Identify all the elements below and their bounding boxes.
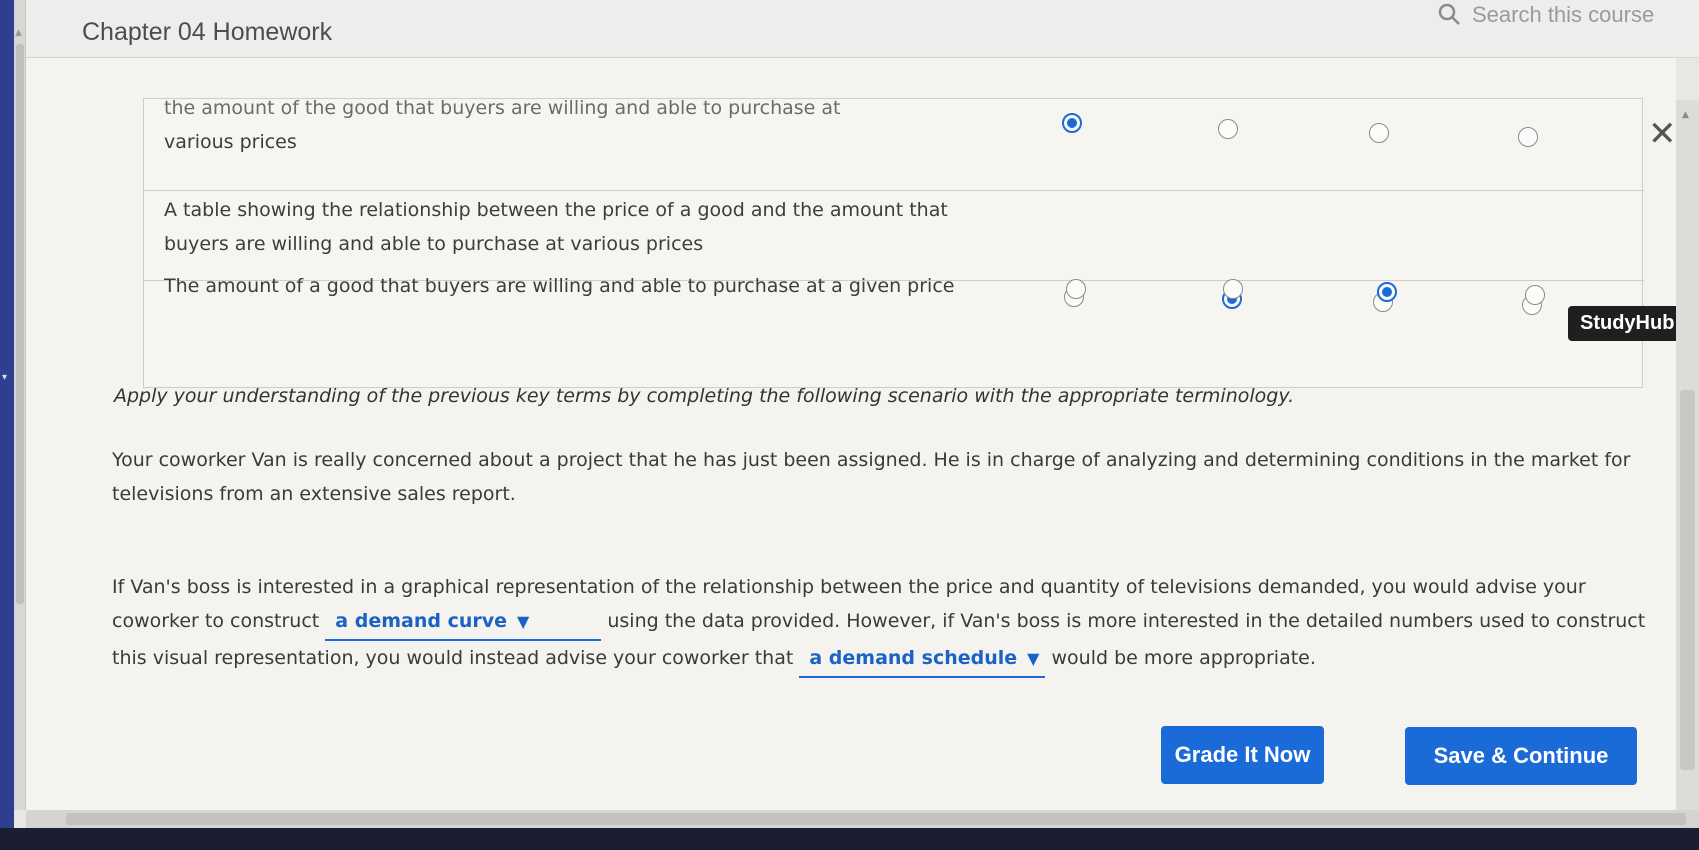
- radio-option[interactable]: [1218, 119, 1238, 139]
- right-scrollbar-thumb[interactable]: [1680, 390, 1695, 770]
- page-header: Chapter 04 Homework Search this course: [26, 0, 1699, 58]
- dropdown-value[interactable]: a demand curve: [335, 610, 507, 632]
- radio-option[interactable]: [1525, 285, 1545, 305]
- dropdown-select[interactable]: a demand schedule ▼: [799, 641, 1046, 678]
- table-row: A table showing the relationship between…: [144, 191, 1644, 315]
- chevron-down-icon: ▾: [2, 372, 8, 383]
- search-icon[interactable]: [1436, 2, 1462, 28]
- right-scrollbar[interactable]: ▲: [1676, 100, 1699, 810]
- radio-option[interactable]: [1369, 123, 1389, 143]
- row-text-clipped: the amount of the good that buyers are w…: [164, 97, 841, 119]
- page-title: Chapter 04 Homework: [82, 18, 333, 46]
- caret-down-icon[interactable]: ▼: [1027, 642, 1039, 676]
- scenario-paragraph-fill: If Van's boss is interested in a graphic…: [112, 570, 1652, 678]
- matching-table: the amount of the good that buyers are w…: [143, 97, 1644, 389]
- radio-option[interactable]: [1223, 279, 1243, 299]
- table-row: The amount of a good that buyers are wil…: [144, 275, 1644, 389]
- left-scrollbar-thumb[interactable]: [16, 44, 24, 604]
- grade-it-now-button[interactable]: Grade It Now: [1161, 726, 1324, 784]
- table-row: the amount of the good that buyers are w…: [144, 97, 1644, 191]
- row-text: The amount of a good that buyers are wil…: [164, 275, 955, 297]
- left-taskbar-strip: ▾: [0, 0, 14, 850]
- search-placeholder[interactable]: Search this course: [1472, 2, 1654, 28]
- scroll-up-icon[interactable]: ▲: [15, 28, 22, 38]
- course-search[interactable]: Search this course: [1436, 2, 1654, 28]
- question-content: i ✕ the amount of the good that buyers a…: [26, 58, 1687, 810]
- dropdown-value[interactable]: a demand schedule: [809, 647, 1017, 669]
- bottom-scrollbar-thumb[interactable]: [66, 813, 1686, 825]
- bottom-scrollbar[interactable]: [26, 810, 1699, 828]
- studyhub-badge[interactable]: StudyHub: [1568, 306, 1687, 341]
- caret-down-icon[interactable]: ▼: [517, 605, 529, 639]
- row-text: A table showing the relationship between…: [164, 199, 948, 255]
- radio-option[interactable]: [1377, 282, 1397, 302]
- scenario-text: would be more appropriate.: [1051, 647, 1316, 669]
- taskbar: [0, 828, 1699, 850]
- radio-option[interactable]: [1066, 279, 1086, 299]
- save-and-continue-button[interactable]: Save & Continue: [1405, 727, 1637, 785]
- instruction-text: Apply your understanding of the previous…: [114, 385, 1295, 407]
- scroll-up-icon[interactable]: ▲: [1682, 110, 1689, 120]
- dropdown-select[interactable]: a demand curve ▼: [325, 604, 602, 641]
- radio-option[interactable]: [1062, 113, 1082, 133]
- row-text: various prices: [164, 131, 297, 153]
- scenario-paragraph: Your coworker Van is really concerned ab…: [112, 449, 1631, 505]
- radio-option[interactable]: [1518, 127, 1538, 147]
- left-scrollbar[interactable]: ▲: [14, 0, 26, 810]
- close-icon[interactable]: ✕: [1648, 114, 1677, 154]
